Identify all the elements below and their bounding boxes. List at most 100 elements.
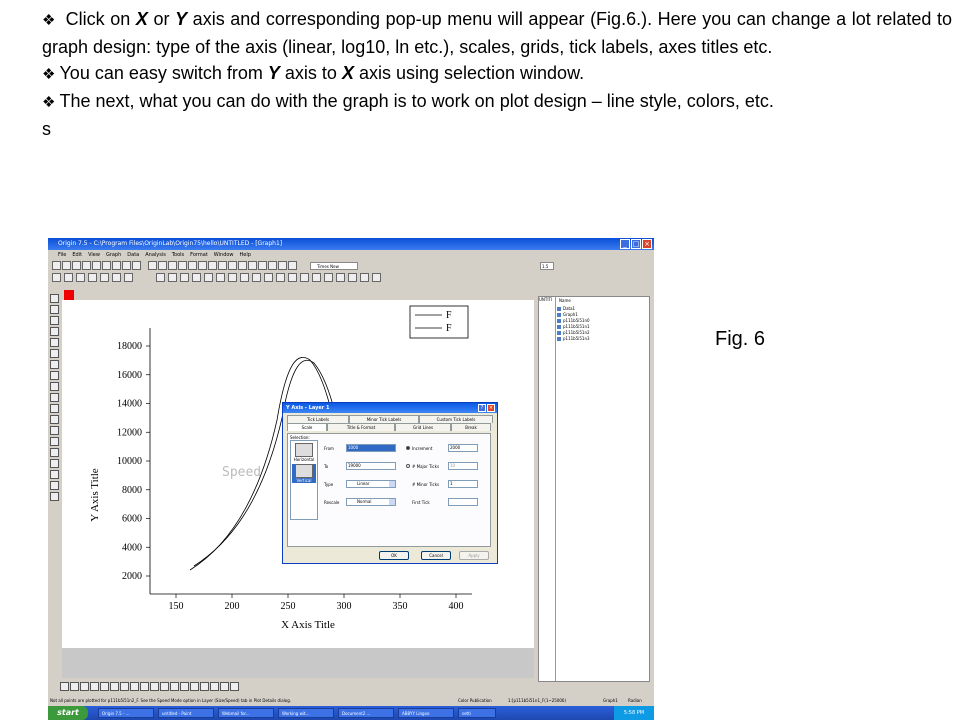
toolbar-button-icon[interactable]: [216, 273, 225, 282]
toolbar-button-icon[interactable]: [300, 273, 309, 282]
selection-vertical[interactable]: Vertical: [292, 464, 316, 483]
toolbar-button-icon[interactable]: [102, 261, 111, 270]
taskbar-item[interactable]: Webmail for...: [218, 708, 274, 718]
major-ticks-radio[interactable]: [406, 464, 410, 468]
toolbar-button-icon[interactable]: [288, 273, 297, 282]
plot-type-button-icon[interactable]: [230, 682, 239, 691]
toolbar-button-icon[interactable]: [268, 261, 277, 270]
tool-button-icon[interactable]: [50, 459, 59, 468]
plot-type-button-icon[interactable]: [60, 682, 69, 691]
toolbar-button-icon[interactable]: [52, 273, 61, 282]
toolbar-button-icon[interactable]: [288, 261, 297, 270]
tool-button-icon[interactable]: [50, 338, 59, 347]
menu-item-view[interactable]: View: [88, 250, 100, 260]
tool-button-icon[interactable]: [50, 448, 59, 457]
y-tick-label[interactable]: 16000: [117, 370, 142, 381]
toolbar-button-icon[interactable]: [124, 273, 133, 282]
tool-button-icon[interactable]: [50, 393, 59, 402]
tab-grid-lines[interactable]: Grid Lines: [395, 423, 451, 431]
tab-scale[interactable]: Scale: [287, 423, 327, 431]
project-item[interactable]: p111b5i51n3: [557, 336, 590, 342]
toolbar-button-icon[interactable]: [204, 273, 213, 282]
tool-button-icon[interactable]: [50, 437, 59, 446]
tab-custom-tick-labels[interactable]: Custom Tick Labels: [419, 415, 493, 423]
toolbar-button-icon[interactable]: [348, 273, 357, 282]
toolbar-button-icon[interactable]: [148, 261, 157, 270]
toolbar-button-icon[interactable]: [100, 273, 109, 282]
toolbar-button-icon[interactable]: [192, 273, 201, 282]
toolbar-button-icon[interactable]: [264, 273, 273, 282]
x-tick-label[interactable]: 350: [393, 601, 408, 612]
apply-button[interactable]: Apply: [459, 551, 489, 560]
plot-type-button-icon[interactable]: [150, 682, 159, 691]
plot-type-button-icon[interactable]: [210, 682, 219, 691]
plot-type-button-icon[interactable]: [200, 682, 209, 691]
toolbar-button-icon[interactable]: [112, 273, 121, 282]
to-input[interactable]: 19000: [346, 462, 396, 470]
toolbar-button-icon[interactable]: [240, 273, 249, 282]
rescale-select[interactable]: Normal: [346, 498, 396, 506]
toolbar-button-icon[interactable]: [158, 261, 167, 270]
toolbar-button-icon[interactable]: [248, 261, 257, 270]
close-icon[interactable]: ×: [642, 239, 652, 249]
toolbar-button-icon[interactable]: [238, 261, 247, 270]
menu-item-help[interactable]: Help: [240, 250, 251, 260]
from-input[interactable]: 1000: [346, 444, 396, 452]
y-tick-label[interactable]: 18000: [117, 341, 142, 352]
plot-type-button-icon[interactable]: [130, 682, 139, 691]
tool-button-icon[interactable]: [50, 316, 59, 325]
toolbar-button-icon[interactable]: [178, 261, 187, 270]
tool-button-icon[interactable]: [50, 404, 59, 413]
first-tick-input[interactable]: [448, 498, 478, 506]
toolbar-button-icon[interactable]: [180, 273, 189, 282]
tool-button-icon[interactable]: [50, 294, 59, 303]
menu-item-window[interactable]: Window: [214, 250, 234, 260]
toolbar-button-icon[interactable]: [372, 273, 381, 282]
plot-type-button-icon[interactable]: [140, 682, 149, 691]
toolbar-button-icon[interactable]: [76, 273, 85, 282]
selection-horizontal[interactable]: Horizontal: [292, 443, 316, 462]
increment-radio[interactable]: [406, 446, 410, 450]
toolbar-button-icon[interactable]: [72, 261, 81, 270]
tab-tick-labels[interactable]: Tick Labels: [287, 415, 349, 423]
plot-type-button-icon[interactable]: [110, 682, 119, 691]
toolbar-button-icon[interactable]: [312, 273, 321, 282]
tool-button-icon[interactable]: [50, 360, 59, 369]
dialog-close-icon[interactable]: ×: [487, 404, 495, 412]
toolbar-button-icon[interactable]: [112, 261, 121, 270]
toolbar-button-icon[interactable]: [122, 261, 131, 270]
toolbar-button-icon[interactable]: [62, 261, 71, 270]
tool-button-icon[interactable]: [50, 349, 59, 358]
toolbar-button-icon[interactable]: [198, 261, 207, 270]
y-tick-label[interactable]: 12000: [117, 427, 142, 438]
menu-item-graph[interactable]: Graph: [106, 250, 121, 260]
minimize-icon[interactable]: _: [620, 239, 630, 249]
tool-button-icon[interactable]: [50, 382, 59, 391]
y-tick-label[interactable]: 10000: [117, 456, 142, 467]
plot-type-button-icon[interactable]: [80, 682, 89, 691]
maximize-icon[interactable]: □: [631, 239, 641, 249]
menu-item-data[interactable]: Data: [127, 250, 139, 260]
tool-button-icon[interactable]: [50, 371, 59, 380]
tool-button-icon[interactable]: [50, 481, 59, 490]
y-tick-label[interactable]: 14000: [117, 399, 142, 410]
layer-indicator-icon[interactable]: [64, 290, 74, 300]
cancel-button[interactable]: Cancel: [421, 551, 451, 560]
tool-button-icon[interactable]: [50, 492, 59, 501]
tool-button-icon[interactable]: [50, 470, 59, 479]
toolbar-button-icon[interactable]: [132, 261, 141, 270]
toolbar-button-icon[interactable]: [218, 261, 227, 270]
font-select[interactable]: Times New: [310, 262, 358, 270]
toolbar-button-icon[interactable]: [156, 273, 165, 282]
taskbar-item[interactable]: ABBYY Lingvo: [398, 708, 454, 718]
ok-button[interactable]: OK: [379, 551, 409, 560]
tool-button-icon[interactable]: [50, 305, 59, 314]
toolbar-button-icon[interactable]: [228, 273, 237, 282]
x-tick-label[interactable]: 300: [337, 601, 352, 612]
toolbar-button-icon[interactable]: [208, 261, 217, 270]
tool-button-icon[interactable]: [50, 426, 59, 435]
plot-type-button-icon[interactable]: [160, 682, 169, 691]
start-button[interactable]: start: [48, 706, 88, 720]
plot-type-button-icon[interactable]: [100, 682, 109, 691]
toolbar-button-icon[interactable]: [88, 273, 97, 282]
